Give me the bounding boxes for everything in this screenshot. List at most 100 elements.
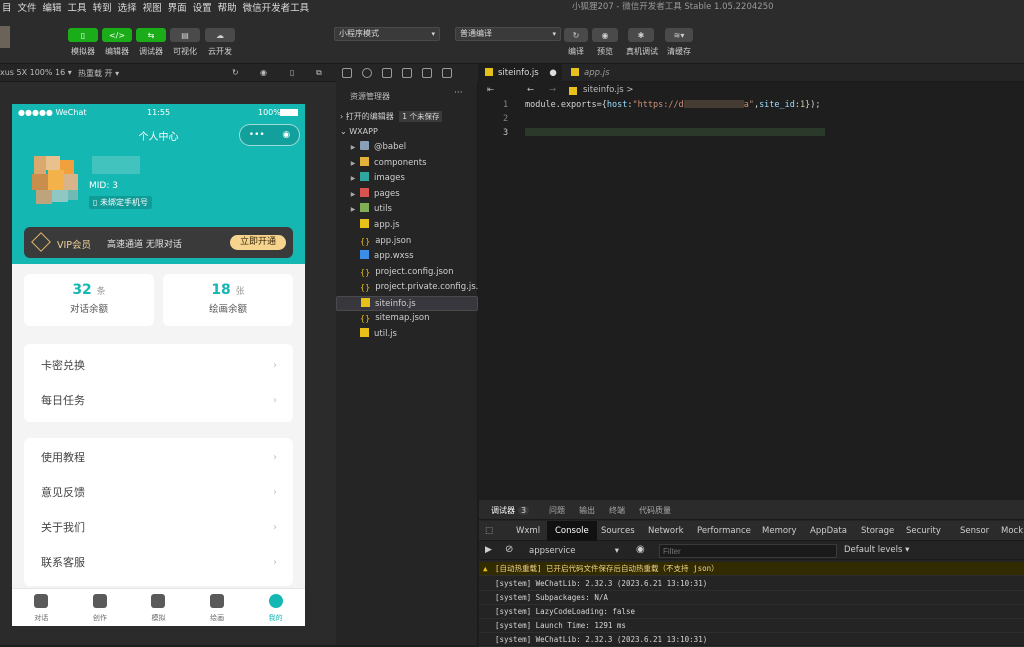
tab-issues[interactable]: 问题 (549, 505, 565, 516)
files-icon[interactable] (342, 68, 352, 78)
source-control-icon[interactable] (382, 68, 392, 78)
context-select[interactable]: appservice ▾ (525, 544, 625, 558)
window-icon[interactable]: ⧉ (316, 68, 322, 78)
menu-goto[interactable]: 转到 (93, 0, 112, 14)
tree-folder[interactable]: ▶ images (336, 171, 478, 187)
clear-cache-button[interactable]: ≋▾ 清缓存 (664, 28, 694, 57)
tab-sensor[interactable]: Sensor (960, 521, 989, 541)
draw-quota-card[interactable]: 18 张 绘画余额 (163, 274, 293, 326)
hotreload-select[interactable]: 热重载 开 ▾ (78, 68, 119, 79)
phone-icon[interactable]: ▯ (290, 68, 294, 77)
tab-sources[interactable]: Sources (601, 521, 635, 541)
preview-button[interactable]: ◉ 预览 (592, 28, 618, 57)
tab-memory[interactable]: Memory (762, 521, 797, 541)
menu-interface[interactable]: 界面 (168, 0, 187, 14)
breadcrumb-path[interactable]: siteinfo.js > (583, 85, 633, 95)
tab-chat[interactable]: 对话 (12, 589, 71, 626)
compile-button[interactable]: ↻ 编译 (564, 28, 588, 57)
eye-icon[interactable]: ◉ (636, 544, 645, 555)
vip-open-button[interactable]: 立即开通 (230, 235, 286, 250)
tab-code-quality[interactable]: 代码质量 (639, 505, 671, 516)
block-icon[interactable]: ⊘ (505, 544, 513, 555)
debugger-button[interactable]: ⇆ 调试器 (136, 28, 166, 57)
tree-folder[interactable]: ▶ utils (336, 202, 478, 218)
tree-file[interactable]: {} project.config.json (336, 265, 478, 281)
menu-item[interactable]: 目 (2, 0, 12, 14)
tab-storage[interactable]: Storage (861, 521, 894, 541)
tab-paint[interactable]: 绘画 (188, 589, 247, 626)
tab-app-js[interactable]: app.js (565, 64, 610, 82)
menu-devtools[interactable]: 微信开发者工具 (243, 0, 310, 14)
tree-file[interactable]: app.js (336, 218, 478, 234)
root-folder[interactable]: ⌄ WXAPP (340, 127, 378, 136)
menu-settings[interactable]: 设置 (193, 0, 212, 14)
menu-select[interactable]: 选择 (118, 0, 137, 14)
filter-input[interactable] (659, 544, 837, 558)
cloud-button[interactable]: ☁ 云开发 (205, 28, 235, 57)
tab-performance[interactable]: Performance (697, 521, 751, 541)
tab-siteinfo[interactable]: siteinfo.js ● (479, 64, 562, 82)
tab-security[interactable]: Security (906, 521, 941, 541)
device-select[interactable]: xus 5X 100% 16 ▾ (0, 68, 72, 77)
tab-console[interactable]: Console (547, 521, 597, 541)
menu-daily-task[interactable]: 每日任务 › (24, 383, 293, 418)
mode-select[interactable]: 小程序模式 ▾ (334, 27, 440, 41)
arrow-right-icon[interactable]: → (549, 85, 556, 95)
tab-appdata[interactable]: AppData (810, 521, 847, 541)
code-editor[interactable]: 1 2 3 module.exports={host:"https://d a",… (479, 100, 1024, 500)
more-dots-icon[interactable]: ••• (249, 130, 265, 140)
search-icon[interactable] (362, 68, 372, 78)
tree-file[interactable]: {} sitemap.json (336, 311, 478, 327)
tree-folder[interactable]: ▶ @babel (336, 140, 478, 156)
editor-button[interactable]: </> 编辑器 (102, 28, 132, 57)
tree-folder[interactable]: ▶ components (336, 156, 478, 172)
menu-redeem-code[interactable]: 卡密兑换 › (24, 348, 293, 383)
menu-view[interactable]: 视图 (143, 0, 162, 14)
avatar[interactable] (32, 156, 82, 211)
tree-file[interactable]: app.wxss (336, 249, 478, 265)
tree-file[interactable]: util.js (336, 327, 478, 343)
menu-tools[interactable]: 工具 (68, 0, 87, 14)
unsaved-dot[interactable]: ● (549, 68, 556, 78)
project-avatar[interactable] (0, 26, 10, 48)
chat-quota-card[interactable]: 32 条 对话余额 (24, 274, 154, 326)
compile-select[interactable]: 普通编译 ▾ (455, 27, 561, 41)
menu-tutorial[interactable]: 使用教程 › (24, 440, 293, 475)
visual-button[interactable]: ▤ 可视化 (170, 28, 200, 57)
tab-mock[interactable]: Mock (1001, 521, 1023, 541)
menu-feedback[interactable]: 意见反馈 › (24, 475, 293, 510)
cloud-icon[interactable] (442, 68, 452, 78)
record-icon[interactable]: ◉ (260, 68, 267, 77)
tree-file-selected[interactable]: siteinfo.js (336, 295, 478, 311)
bind-phone-tag[interactable]: ▯ 未绑定手机号 (89, 196, 152, 209)
menu-file[interactable]: 文件 (18, 0, 37, 14)
open-editors-section[interactable]: › 打开的编辑器 1 个未保存 (340, 111, 443, 122)
image-icon[interactable] (422, 68, 432, 78)
sidebar-toggle-icon[interactable]: ▶ (485, 545, 492, 555)
tree-file[interactable]: {} app.json (336, 234, 478, 250)
real-debug-button[interactable]: ✱ 真机调试 (626, 28, 658, 57)
log-levels-select[interactable]: Default levels ▾ (844, 545, 909, 555)
refresh-icon[interactable]: ↻ (232, 68, 239, 77)
menu-edit[interactable]: 编辑 (43, 0, 62, 14)
arrow-left-icon[interactable]: ← (527, 85, 534, 95)
nav-back-icon[interactable]: ⇤ (487, 85, 494, 95)
menu-about[interactable]: 关于我们 › (24, 510, 293, 545)
tab-simulate[interactable]: 模拟 (129, 589, 188, 626)
tab-mine[interactable]: 我的 (246, 589, 305, 626)
simulator-button[interactable]: ▯ 模拟器 (68, 28, 98, 57)
tree-folder[interactable]: ▶ pages (336, 187, 478, 203)
close-circle-icon[interactable]: ◉ (282, 130, 290, 140)
tab-create[interactable]: 创作 (71, 589, 130, 626)
tree-file[interactable]: {} project.private.config.js... (336, 280, 478, 296)
tab-terminal[interactable]: 终端 (609, 505, 625, 516)
tab-debugger[interactable]: 调试器 3 (491, 505, 530, 516)
inspect-icon[interactable]: ⬚ (485, 521, 493, 541)
menu-contact[interactable]: 联系客服 › (24, 545, 293, 580)
tab-output[interactable]: 输出 (579, 505, 595, 516)
menu-capsule[interactable]: ••• ◉ (239, 124, 300, 146)
menu-help[interactable]: 帮助 (218, 0, 237, 14)
tab-wxml[interactable]: Wxml (516, 521, 540, 541)
more-icon[interactable]: ··· (454, 88, 463, 98)
vip-banner[interactable]: VIP会员 高速通道 无限对话 立即开通 (24, 227, 293, 258)
